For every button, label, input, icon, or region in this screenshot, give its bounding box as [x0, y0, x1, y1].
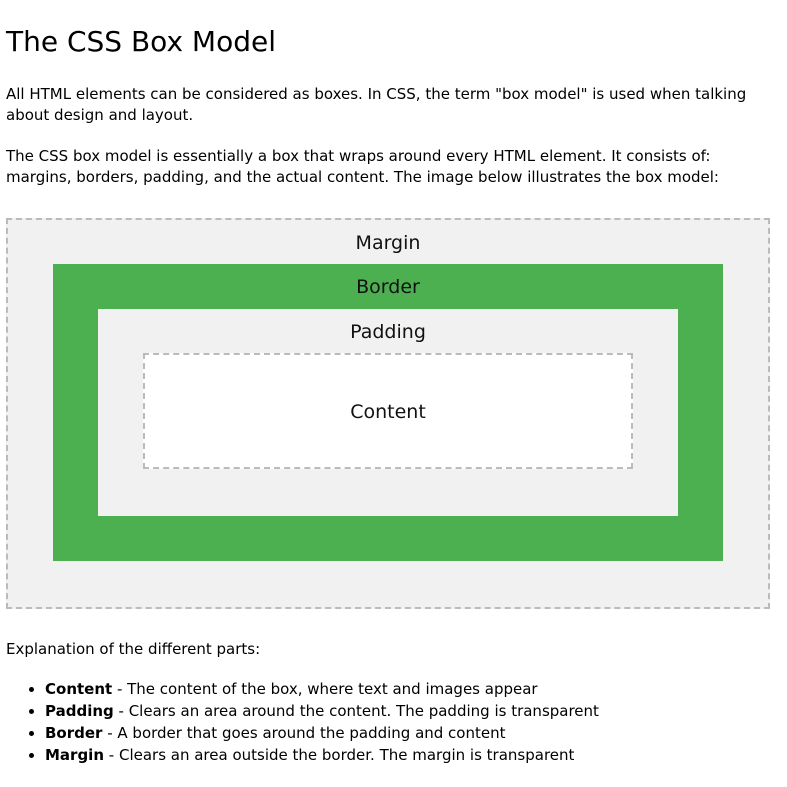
list-item: Content - The content of the box, where …	[45, 678, 775, 700]
border-label: Border	[356, 276, 420, 298]
list-item: Margin - Clears an area outside the bord…	[45, 744, 775, 766]
list-item: Border - A border that goes around the p…	[45, 722, 775, 744]
intro-paragraph: All HTML elements can be considered as b…	[6, 85, 747, 124]
margin-label: Margin	[355, 232, 421, 254]
part-description: - The content of the box, where text and…	[112, 680, 538, 698]
box-model-margin: Margin Border Padding Content	[6, 218, 770, 609]
page-title: The CSS Box Model	[6, 25, 276, 58]
parts-list: Content - The content of the box, where …	[6, 678, 775, 766]
box-model-border: Border Padding Content	[53, 264, 723, 561]
part-term: Margin	[45, 746, 105, 764]
explanation-heading: Explanation of the different parts:	[6, 640, 261, 658]
box-model-padding: Padding Content	[98, 309, 678, 516]
list-item: Padding - Clears an area around the cont…	[45, 700, 775, 722]
padding-label: Padding	[350, 321, 426, 343]
part-description: - Clears an area around the content. The…	[113, 702, 599, 720]
content-label: Content	[350, 401, 426, 423]
part-description: - A border that goes around the padding …	[102, 724, 506, 742]
description-paragraph: The CSS box model is essentially a box t…	[6, 147, 719, 186]
part-term: Padding	[45, 702, 114, 720]
part-term: Content	[45, 680, 113, 698]
part-description: - Clears an area outside the border. The…	[104, 746, 575, 764]
box-model-content: Content	[143, 353, 633, 469]
part-term: Border	[45, 724, 103, 742]
